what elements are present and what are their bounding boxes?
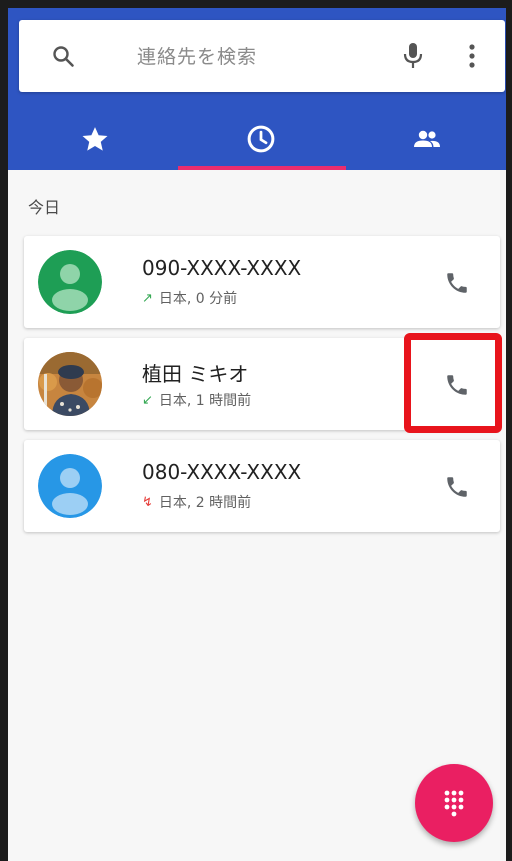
search-input[interactable]: 連絡先を検索 [137, 42, 257, 69]
tab-favorites[interactable] [12, 108, 178, 170]
tab-recents[interactable] [178, 108, 344, 170]
phone-icon[interactable] [444, 474, 470, 500]
dialpad-button[interactable] [415, 764, 493, 842]
highlight-box [404, 333, 502, 433]
call-log-time: 日本, 1 時間前 [158, 393, 252, 409]
contact-avatar [38, 454, 102, 518]
call-log-detail: ↗ 日本, 0 分前 [142, 288, 237, 308]
call-log-name: 植田 ミキオ [142, 362, 249, 386]
selected-tab-indicator [178, 166, 346, 170]
more-options-icon[interactable] [467, 42, 477, 70]
search-icon[interactable] [51, 44, 75, 68]
star-icon [82, 127, 108, 151]
missed-call-icon: ↯ [142, 494, 153, 510]
contact-photo-avatar [38, 352, 102, 416]
tab-bar [8, 108, 506, 170]
call-log-item[interactable]: 080-XXXX-XXXX ↯ 日本, 2 時間前 [24, 440, 500, 532]
contact-photo [38, 352, 102, 416]
app-header: 連絡先を検索 [8, 8, 506, 170]
call-log-time: 日本, 2 時間前 [158, 495, 252, 511]
call-log-detail: ↙ 日本, 1 時間前 [142, 390, 251, 410]
microphone-icon[interactable] [402, 42, 424, 70]
call-log-item[interactable]: 090-XXXX-XXXX ↗ 日本, 0 分前 [24, 236, 500, 328]
call-log-name: 080-XXXX-XXXX [142, 460, 302, 484]
clock-icon [247, 125, 275, 153]
incoming-call-icon: ↙ [142, 392, 153, 408]
call-log-name: 090-XXXX-XXXX [142, 256, 302, 280]
search-bar[interactable]: 連絡先を検索 [19, 20, 505, 92]
contact-avatar [38, 250, 102, 314]
dialpad-icon [444, 790, 464, 817]
default-avatar-icon [38, 454, 102, 518]
default-avatar-icon [38, 250, 102, 314]
call-log-detail: ↯ 日本, 2 時間前 [142, 492, 251, 512]
outgoing-call-icon: ↗ [142, 290, 153, 306]
people-icon [414, 130, 440, 147]
phone-screen: 連絡先を検索 今日 090-XXXX-XXXX ↗ 日本, 0 分前 植田 ミキ… [0, 0, 512, 861]
section-header-today: 今日 [28, 198, 61, 217]
phone-icon[interactable] [444, 270, 470, 296]
call-log-time: 日本, 0 分前 [158, 291, 238, 307]
tab-contacts[interactable] [344, 108, 510, 170]
